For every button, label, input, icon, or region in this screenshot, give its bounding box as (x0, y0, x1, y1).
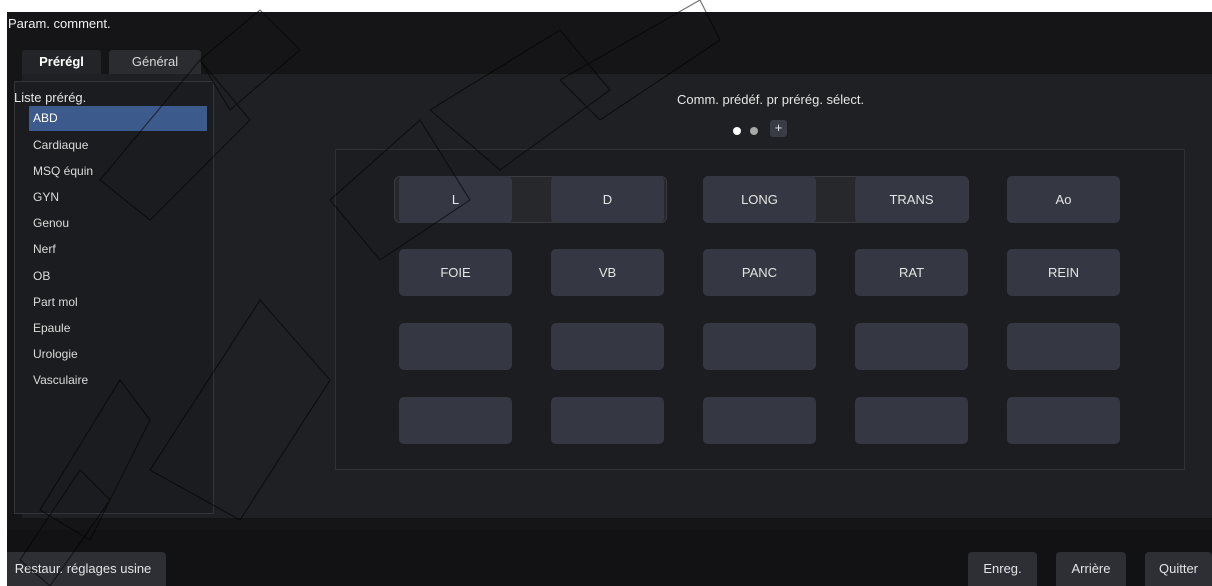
preset-item[interactable]: GYN (29, 185, 207, 210)
window-title: Param. comment. (8, 16, 111, 31)
comment-button-empty[interactable] (551, 323, 664, 370)
preset-list-title: Liste prérég. (14, 90, 87, 105)
add-page-button[interactable]: + (770, 120, 787, 137)
page-indicator-dot[interactable] (750, 127, 758, 135)
comment-button-empty[interactable] (855, 397, 968, 444)
comment-button[interactable]: L (399, 176, 512, 223)
quit-button[interactable]: Quitter (1145, 552, 1212, 586)
preset-item[interactable]: OB (29, 264, 207, 289)
comment-button-empty[interactable] (1007, 397, 1120, 444)
page-indicator-dot-active[interactable] (733, 127, 741, 135)
comment-button-empty[interactable] (855, 323, 968, 370)
comment-button[interactable]: TRANS (855, 176, 968, 223)
comment-button-empty[interactable] (399, 397, 512, 444)
save-button[interactable]: Enreg. (968, 552, 1037, 586)
comment-button[interactable]: D (551, 176, 664, 223)
comment-button[interactable]: PANC (703, 249, 816, 296)
preset-item[interactable]: MSQ équin (29, 159, 207, 184)
restore-defaults-button[interactable]: Restaur. réglages usine (7, 552, 166, 586)
preset-item[interactable]: ABD (29, 106, 207, 131)
comment-button[interactable]: REIN (1007, 249, 1120, 296)
comment-button-empty[interactable] (703, 397, 816, 444)
comment-button[interactable]: Ao (1007, 176, 1120, 223)
comment-button-empty[interactable] (399, 323, 512, 370)
preset-item[interactable]: Genou (29, 211, 207, 236)
comment-button[interactable]: RAT (855, 249, 968, 296)
preset-item[interactable]: Cardiaque (29, 133, 207, 158)
comment-button-empty[interactable] (703, 323, 816, 370)
tab-presets[interactable]: Prérégl (22, 50, 101, 74)
comment-button[interactable]: FOIE (399, 249, 512, 296)
preset-item[interactable]: Epaule (29, 316, 207, 341)
back-button[interactable]: Arrière (1056, 552, 1126, 586)
comment-button[interactable]: LONG (703, 176, 816, 223)
preset-item[interactable]: Vasculaire (29, 368, 207, 393)
comments-title: Comm. prédéf. pr prérég. sélect. (677, 92, 865, 107)
tab-general[interactable]: Général (109, 50, 201, 74)
preset-item[interactable]: Nerf (29, 237, 207, 262)
preset-item[interactable]: Urologie (29, 342, 207, 367)
app-window: Param. comment. Prérégl Général Liste pr… (7, 12, 1212, 586)
preset-item[interactable]: Part mol (29, 290, 207, 315)
comment-button-empty[interactable] (1007, 323, 1120, 370)
comment-button[interactable]: VB (551, 249, 664, 296)
comment-button-empty[interactable] (551, 397, 664, 444)
